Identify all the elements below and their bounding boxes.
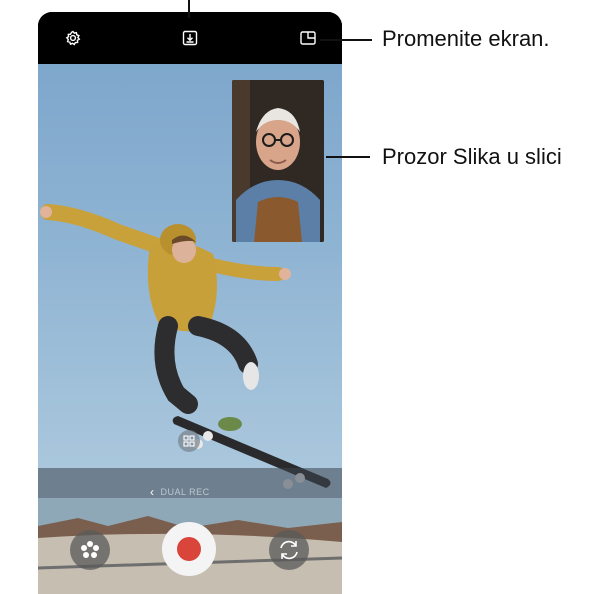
pip-layout-button[interactable] <box>178 430 200 452</box>
camera-viewfinder[interactable]: ‹ DUAL REC <box>38 64 342 594</box>
callout-line-change-screen <box>320 39 372 41</box>
callout-line-save <box>188 0 190 18</box>
record-icon <box>177 537 201 561</box>
picture-in-picture-window[interactable] <box>232 80 324 242</box>
callout-pip-window: Prozor Slika u slici <box>382 144 562 169</box>
sparkle-icon <box>81 541 99 558</box>
gear-icon[interactable] <box>62 27 84 49</box>
mode-label: DUAL REC <box>160 487 210 497</box>
download-icon[interactable] <box>179 27 201 49</box>
record-button[interactable] <box>162 522 216 576</box>
grid-icon <box>183 435 195 447</box>
pip-person-image <box>232 80 324 242</box>
effects-button[interactable] <box>70 530 110 570</box>
callout-change-screen: Promenite ekran. <box>382 26 550 51</box>
camera-top-bar <box>38 12 342 64</box>
camera-app: ‹ DUAL REC <box>38 12 342 594</box>
mode-selector[interactable]: ‹ DUAL REC <box>150 485 210 499</box>
chevron-left-icon[interactable]: ‹ <box>150 486 155 498</box>
camera-switch-icon <box>280 540 298 560</box>
switch-camera-button[interactable] <box>269 530 309 570</box>
callout-line-pip <box>326 156 370 158</box>
split-screen-icon[interactable] <box>297 27 319 49</box>
